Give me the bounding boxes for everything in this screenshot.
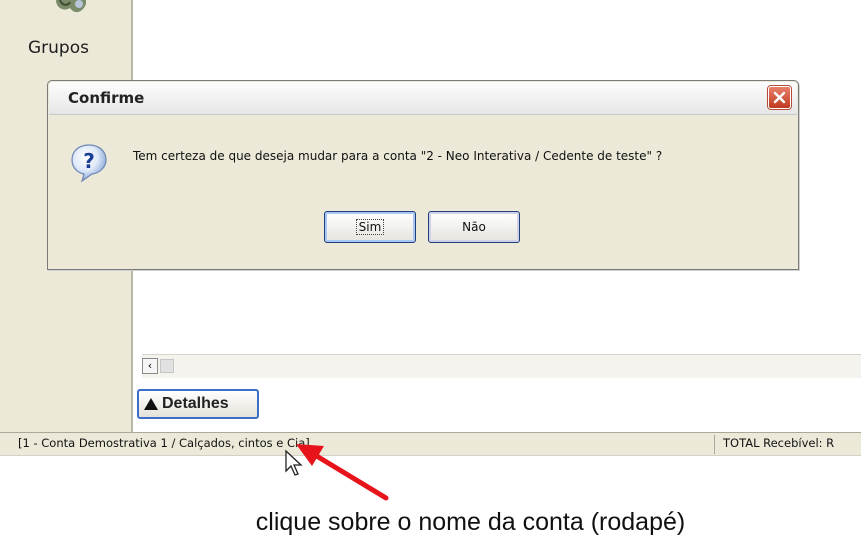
status-bar: [1 - Conta Demostrativa 1 / Calçados, ci… (0, 432, 861, 456)
details-button[interactable]: Detalhes (137, 389, 259, 419)
status-total-receivable: TOTAL Recebível: R (723, 436, 835, 450)
red-arrow-icon (296, 444, 389, 501)
question-icon: ? (70, 143, 108, 187)
no-button[interactable]: Não (428, 211, 520, 243)
yes-button[interactable]: Sim (324, 211, 416, 243)
status-divider (714, 435, 715, 454)
people-group-icon[interactable] (50, 0, 90, 22)
triangle-up-icon (144, 398, 158, 410)
annotation-caption: clique sobre o nome da conta (rodapé) (255, 508, 686, 536)
close-icon (773, 91, 786, 104)
svg-text:?: ? (83, 149, 95, 173)
dialog-titlebar[interactable]: Confirme (49, 82, 797, 115)
no-button-label: Não (462, 220, 486, 234)
details-button-label: Detalhes (162, 395, 229, 412)
yes-button-label: Sim (355, 219, 385, 235)
horizontal-scrollbar[interactable]: ‹ (142, 354, 861, 378)
mouse-cursor-icon (285, 449, 303, 476)
scroll-thumb[interactable] (160, 359, 174, 373)
scroll-left-arrow-icon[interactable]: ‹ (142, 358, 158, 374)
confirm-dialog: Confirme ? Tem certeza de que deseja mud… (47, 80, 799, 270)
close-button[interactable] (768, 86, 791, 109)
sidebar-item-grupos[interactable]: Grupos (28, 38, 89, 58)
status-account-name[interactable]: [1 - Conta Demostrativa 1 / Calçados, ci… (18, 436, 310, 450)
dialog-title: Confirme (68, 89, 145, 107)
dialog-message: Tem certeza de que deseja mudar para a c… (133, 149, 663, 163)
